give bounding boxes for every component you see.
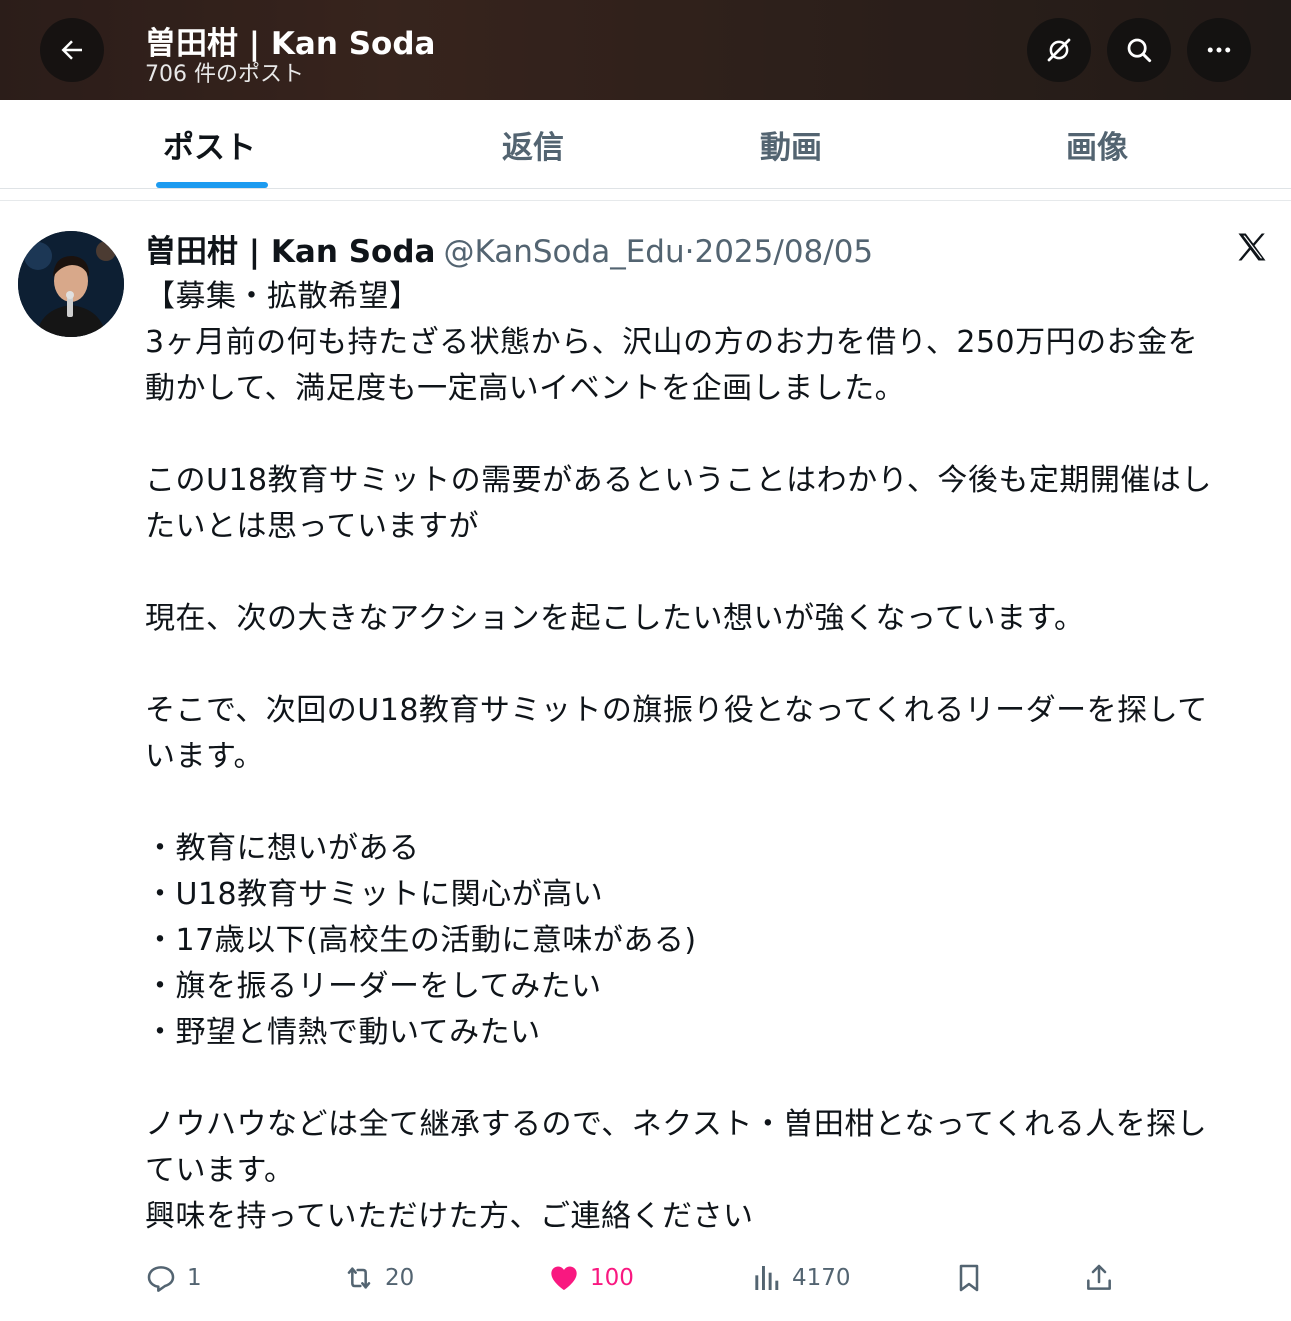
profile-tabs: ポスト 返信 動画 画像 (0, 100, 1291, 189)
post-header: 曽田柑 | Kan Soda @KanSoda_Edu·2025/08/05 (145, 226, 873, 271)
tab-images[interactable]: 画像 (1066, 122, 1128, 167)
post-count: 706 件のポスト (145, 62, 304, 87)
repost-count: 20 (385, 1265, 415, 1291)
sync-icon (1047, 38, 1071, 62)
search-icon (1127, 38, 1152, 63)
heart-icon (551, 1266, 577, 1290)
post-actions: 1 20 100 4170 (0, 1255, 1291, 1301)
tab-posts[interactable]: ポスト (163, 122, 256, 167)
avatar-photo (18, 231, 124, 337)
more-button[interactable] (1187, 18, 1251, 82)
share-icon (1087, 1264, 1111, 1290)
repost-button[interactable]: 20 (343, 1255, 414, 1301)
views-button[interactable]: 4170 (750, 1255, 851, 1301)
views-chart-icon (755, 1266, 779, 1290)
author-handle[interactable]: @KanSoda_Edu (443, 234, 684, 270)
reply-count: 1 (187, 1265, 202, 1291)
back-button[interactable] (40, 18, 104, 82)
share-button[interactable] (1083, 1255, 1115, 1301)
avatar[interactable] (18, 231, 124, 337)
author-name[interactable]: 曽田柑 | Kan Soda (145, 234, 435, 270)
x-logo-icon (1238, 233, 1266, 261)
repost-icon (347, 1267, 371, 1289)
reply-button[interactable]: 1 (145, 1255, 202, 1301)
profile-header: 曽田柑 | Kan Soda 706 件のポスト (0, 0, 1291, 100)
more-icon (1207, 47, 1231, 53)
post-date[interactable]: 2025/08/05 (694, 234, 873, 270)
views-count: 4170 (792, 1265, 851, 1291)
post-text: 【募集・拡散希望】 3ヶ月前の何も持たざる状態から、沢山の方のお力を借り、250… (145, 279, 1212, 1234)
like-count: 100 (590, 1265, 634, 1291)
meta-separator: · (684, 234, 695, 270)
bookmark-button[interactable] (953, 1255, 985, 1301)
like-button[interactable]: 100 (548, 1255, 634, 1301)
active-tab-indicator (156, 182, 268, 188)
reply-icon (147, 1266, 175, 1292)
section-divider (0, 189, 1291, 201)
tab-videos[interactable]: 動画 (760, 122, 822, 167)
bookmark-icon (959, 1264, 979, 1292)
sync-button[interactable] (1027, 18, 1091, 82)
tab-replies[interactable]: 返信 (502, 122, 564, 167)
back-arrow-icon (61, 40, 82, 60)
search-button[interactable] (1107, 18, 1171, 82)
